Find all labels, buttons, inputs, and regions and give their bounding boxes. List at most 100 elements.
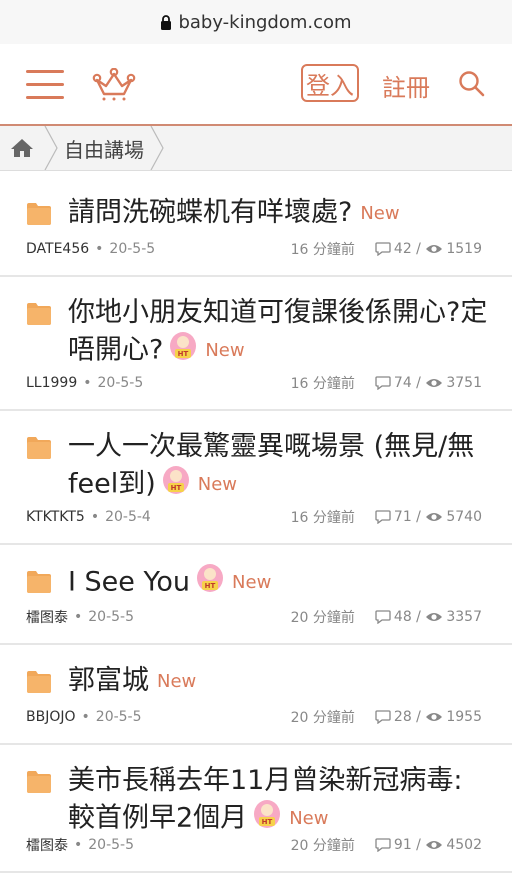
thread-title-text[interactable]: 郭富城 bbox=[68, 665, 149, 696]
new-badge: New bbox=[157, 670, 197, 692]
new-badge: New bbox=[232, 572, 272, 593]
view-count: 5740 bbox=[425, 509, 482, 525]
stat-slash: / bbox=[411, 509, 426, 525]
thread-item[interactable]: 郭富城 New BBJOJO • 20-5-5 20 分鐘前 28 / 1955 bbox=[0, 645, 512, 745]
crown-logo-icon[interactable] bbox=[92, 67, 136, 106]
post-date: 20-5-5 bbox=[88, 609, 134, 625]
folder-icon bbox=[26, 770, 52, 798]
eye-icon bbox=[425, 839, 446, 851]
hot-sticker-icon: HT bbox=[253, 799, 281, 839]
thread-item[interactable]: 一人一次最驚靈異嘅場景 (無見/無feel到) HT New KTKTKT5 • 20-5… bbox=[0, 411, 512, 545]
thread-meta: BBJOJO • 20-5-5 20 分鐘前 28 / 1955 bbox=[26, 707, 482, 727]
site-header: 登入 註冊 bbox=[0, 44, 512, 126]
menu-icon[interactable] bbox=[26, 70, 64, 100]
view-count-value: 1519 bbox=[446, 241, 482, 257]
date-separator: • bbox=[81, 709, 90, 725]
new-badge: New bbox=[197, 474, 238, 495]
folder-icon bbox=[26, 302, 52, 330]
thread-title[interactable]: 一人一次最驚靈異嘅場景 (無見/無feel到) HT New bbox=[68, 429, 488, 505]
search-icon[interactable] bbox=[458, 70, 486, 102]
date-separator: • bbox=[90, 509, 100, 525]
reply-count-value: 42 bbox=[393, 241, 412, 257]
browser-url-bar[interactable]: baby-kingdom.com bbox=[0, 0, 512, 44]
breadcrumb-section[interactable]: 自由講場 bbox=[58, 134, 150, 163]
thread-title-text[interactable]: 你地小朋友知道可復課後係開心?定唔開心? bbox=[68, 297, 487, 366]
svg-text:HT: HT bbox=[178, 350, 189, 358]
reply-count-value: 48 bbox=[393, 609, 412, 625]
reply-count: 91 bbox=[375, 837, 412, 853]
view-count-value: 3751 bbox=[446, 375, 482, 391]
author-name[interactable]: 檑图泰 bbox=[26, 835, 68, 855]
thread-item[interactable]: 美市長稱去年11月曾染新冠病毒:較首例早2個月 HT New 檑图泰 • 20-5-5 20… bbox=[0, 745, 512, 873]
eye-icon bbox=[425, 511, 446, 523]
reply-count: 48 bbox=[375, 609, 412, 625]
author-name[interactable]: BBJOJO bbox=[26, 709, 76, 725]
view-count-value: 4502 bbox=[446, 837, 482, 853]
thread-title-text[interactable]: I See You bbox=[68, 567, 190, 598]
view-count: 4502 bbox=[425, 837, 482, 853]
eye-icon bbox=[425, 611, 446, 623]
hot-sticker-icon: HT bbox=[162, 465, 190, 505]
thread-item[interactable]: I See You HT New 檑图泰 • 20-5-5 20 分鐘前 48 / 3357 bbox=[0, 545, 512, 645]
eye-icon bbox=[425, 711, 446, 723]
last-reply-time: 20 分鐘前 bbox=[290, 838, 355, 854]
view-count-value: 1955 bbox=[446, 709, 482, 725]
reply-count-value: 28 bbox=[393, 709, 412, 725]
thread-title[interactable]: I See You HT New bbox=[68, 563, 271, 603]
eye-icon bbox=[425, 243, 446, 255]
comment-icon bbox=[375, 376, 394, 390]
last-reply-time: 16 分鐘前 bbox=[290, 510, 355, 526]
eye-icon bbox=[425, 377, 446, 389]
breadcrumb-separator-icon bbox=[44, 126, 58, 170]
post-date: 20-5-5 bbox=[95, 709, 142, 725]
view-count-value: 3357 bbox=[446, 609, 482, 625]
author-name[interactable]: LL1999 bbox=[26, 375, 77, 391]
thread-item[interactable]: 你地小朋友知道可復課後係開心?定唔開心? HT New LL1999 • 20-5-5 16… bbox=[0, 277, 512, 411]
thread-title[interactable]: 郭富城 New bbox=[68, 663, 196, 700]
folder-icon bbox=[26, 570, 52, 598]
last-reply-time: 20 分鐘前 bbox=[290, 710, 355, 726]
date-separator: • bbox=[74, 837, 83, 853]
hot-sticker-icon: HT bbox=[169, 331, 197, 371]
thread-meta: LL1999 • 20-5-5 16 分鐘前 74 / 3751 bbox=[26, 373, 482, 393]
thread-item[interactable]: 請問洗碗蝶机有咩壞處? New DATE456 • 20-5-5 16 分鐘前 42 / 1… bbox=[0, 177, 512, 277]
register-button[interactable]: 註冊 bbox=[382, 68, 430, 103]
folder-icon bbox=[26, 670, 52, 698]
thread-title-text[interactable]: 請問洗碗蝶机有咩壞處? bbox=[68, 197, 352, 228]
date-separator: • bbox=[74, 609, 83, 625]
stat-slash: / bbox=[411, 837, 426, 853]
thread-title[interactable]: 你地小朋友知道可復課後係開心?定唔開心? HT New bbox=[68, 295, 488, 371]
author-name[interactable]: DATE456 bbox=[26, 241, 89, 257]
breadcrumb: 自由講場 bbox=[0, 126, 512, 171]
date-separator: • bbox=[95, 241, 104, 257]
login-button[interactable]: 登入 bbox=[301, 64, 359, 102]
post-date: 20-5-5 bbox=[88, 837, 134, 853]
thread-list: 請問洗碗蝶机有咩壞處? New DATE456 • 20-5-5 16 分鐘前 42 / 1… bbox=[0, 177, 512, 873]
stat-slash: / bbox=[411, 375, 426, 391]
comment-icon bbox=[375, 510, 394, 524]
breadcrumb-separator-icon bbox=[150, 126, 164, 170]
thread-title-text[interactable]: 一人一次最驚靈異嘅場景 (無見/無feel到) bbox=[68, 431, 474, 500]
thread-title[interactable]: 美市長稱去年11月曾染新冠病毒:較首例早2個月 HT New bbox=[68, 763, 488, 839]
reply-count: 28 bbox=[375, 709, 412, 725]
thread-title[interactable]: 請問洗碗蝶机有咩壞處? New bbox=[68, 195, 400, 232]
home-icon[interactable] bbox=[0, 138, 44, 158]
author-name[interactable]: KTKTKT5 bbox=[26, 509, 85, 525]
folder-icon bbox=[26, 436, 52, 464]
view-count: 3357 bbox=[425, 609, 482, 625]
url-text: baby-kingdom.com bbox=[178, 11, 352, 33]
last-reply-time: 16 分鐘前 bbox=[290, 376, 355, 392]
last-reply-time: 20 分鐘前 bbox=[290, 610, 355, 626]
stat-slash: / bbox=[411, 709, 426, 725]
reply-count-value: 91 bbox=[393, 837, 412, 853]
last-reply-time: 16 分鐘前 bbox=[290, 242, 355, 258]
post-date: 20-5-4 bbox=[105, 509, 151, 525]
date-separator: • bbox=[83, 375, 92, 391]
view-count: 1519 bbox=[425, 241, 482, 257]
comment-icon bbox=[375, 710, 394, 724]
new-badge: New bbox=[289, 808, 329, 829]
reply-count: 42 bbox=[375, 241, 412, 257]
svg-text:HT: HT bbox=[170, 484, 181, 492]
author-name[interactable]: 檑图泰 bbox=[26, 607, 68, 627]
reply-count: 71 bbox=[375, 509, 412, 525]
